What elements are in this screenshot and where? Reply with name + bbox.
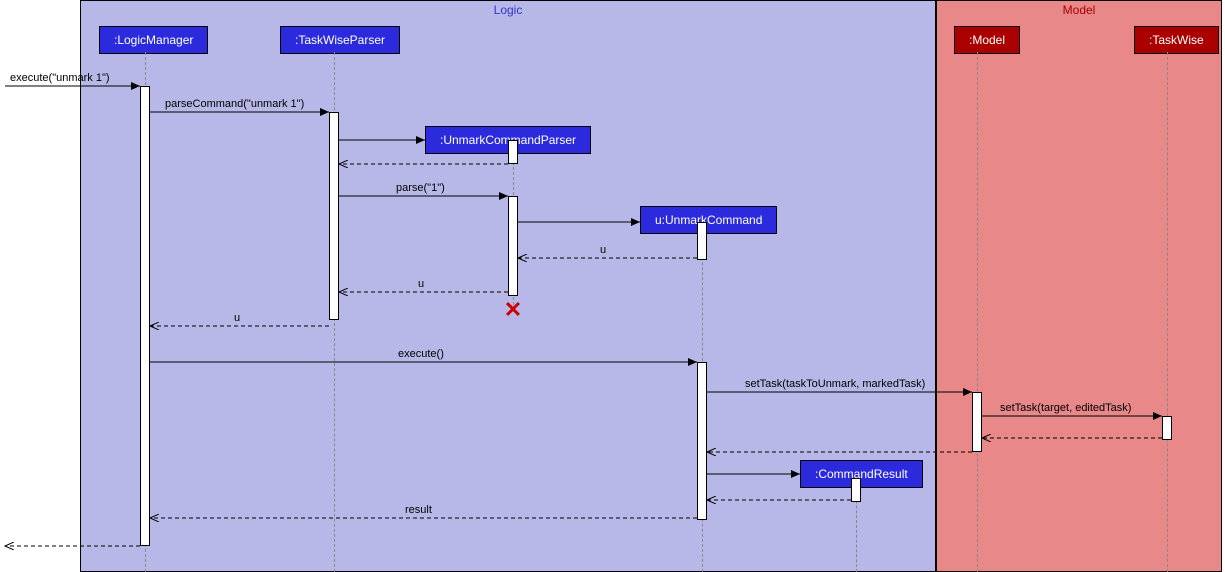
- participant-model: :Model: [954, 26, 1020, 54]
- participant-taskwise-parser: :TaskWiseParser: [280, 26, 400, 54]
- msg-result: result: [405, 504, 432, 516]
- logic-frame-label: Logic: [488, 1, 529, 19]
- lifeline-taskwise: [1167, 52, 1168, 572]
- msg-execute2: execute(): [398, 348, 444, 360]
- msg-return-u1: u: [600, 244, 606, 256]
- activation-command-result: [851, 478, 861, 502]
- msg-return-u2: u: [418, 278, 424, 290]
- participant-command-result: :CommandResult: [800, 460, 923, 488]
- activation-taskwise: [1162, 416, 1172, 440]
- activation-unmark-command-2: [697, 362, 707, 520]
- participant-logic-manager: :LogicManager: [99, 26, 208, 54]
- activation-taskwise-parser: [329, 112, 339, 320]
- lifeline-model: [977, 52, 978, 572]
- msg-parse-command: parseCommand("unmark 1"): [165, 98, 304, 110]
- destroy-icon: ✕: [504, 297, 522, 323]
- activation-model: [972, 392, 982, 452]
- msg-settask2: setTask(target, editedTask): [1000, 402, 1131, 414]
- msg-execute1: execute("unmark 1"): [10, 72, 110, 84]
- activation-unmark-command-parser-2: [508, 196, 518, 296]
- activation-unmark-command-1: [697, 222, 707, 260]
- model-frame: Model: [936, 0, 1222, 572]
- model-frame-label: Model: [1057, 1, 1102, 19]
- participant-taskwise: :TaskWise: [1134, 26, 1219, 54]
- msg-return-u3: u: [234, 312, 240, 324]
- msg-settask1: setTask(taskToUnmark, markedTask): [745, 378, 925, 390]
- msg-parse1: parse("1"): [396, 182, 445, 194]
- participant-unmark-command: u:UnmarkCommand: [640, 206, 777, 234]
- activation-logic-manager: [140, 86, 150, 546]
- activation-unmark-command-parser-1: [508, 140, 518, 164]
